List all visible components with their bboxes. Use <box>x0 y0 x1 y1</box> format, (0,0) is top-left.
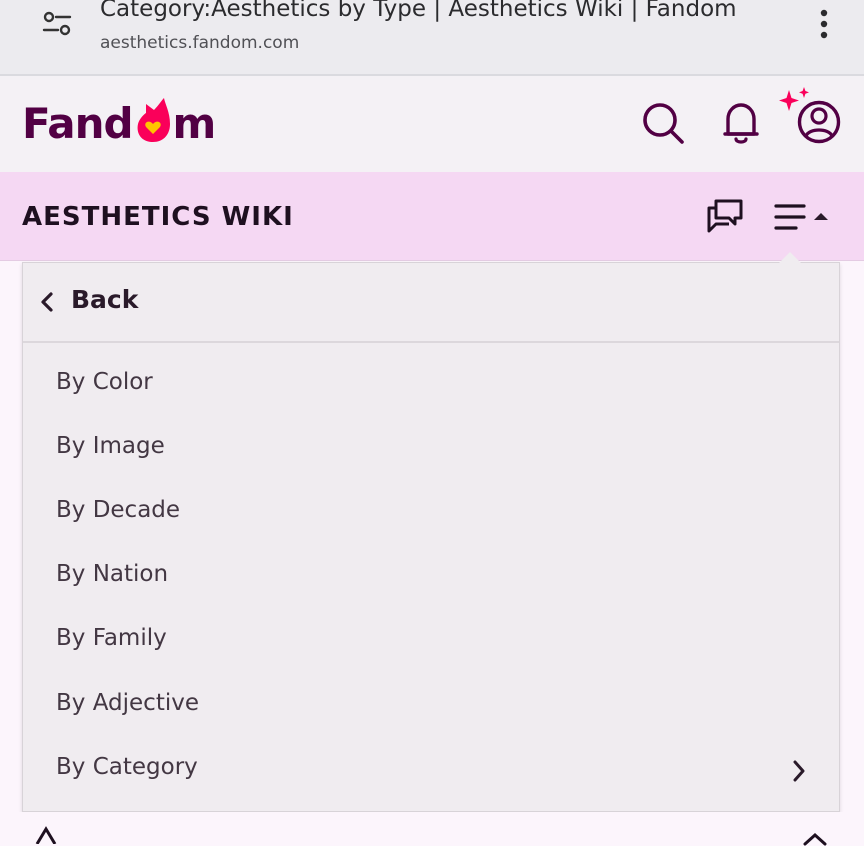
partial-glyph-icon <box>35 826 57 844</box>
chevron-left-icon <box>41 292 53 312</box>
menu-item-label: By Adjective <box>56 690 199 716</box>
fandom-header: Fand m <box>0 76 864 172</box>
menu-item-label: By Image <box>56 433 165 459</box>
fandom-logo[interactable]: Fand m <box>22 96 217 152</box>
back-button[interactable]: Back <box>23 263 839 343</box>
wiki-name[interactable]: AESTHETICS WIKI <box>22 202 294 232</box>
notification-bell-icon[interactable] <box>722 100 760 146</box>
logo-text-left: Fand <box>22 99 134 148</box>
search-icon[interactable] <box>640 100 686 146</box>
menu-item-by-category[interactable]: By Category <box>23 740 839 800</box>
menu-item-label: By Family <box>56 625 167 651</box>
page-content-partial <box>0 812 864 846</box>
page-title[interactable]: Category:Aesthetics by Type | Aesthetics… <box>100 0 737 22</box>
page-domain[interactable]: aesthetics.fandom.com <box>100 33 299 53</box>
menu-item-by-adjective[interactable]: By Adjective <box>23 676 839 736</box>
hamburger-menu-icon[interactable] <box>774 202 832 234</box>
menu-item-label: By Category <box>56 754 198 780</box>
menu-item-by-nation[interactable]: By Nation <box>23 547 839 607</box>
menu-item-label: By Nation <box>56 561 169 587</box>
site-settings-icon[interactable] <box>42 10 72 38</box>
menu-item-by-family[interactable]: By Family <box>23 611 839 671</box>
menu-item-by-decade[interactable]: By Decade <box>23 483 839 543</box>
menu-item-by-color[interactable]: By Color <box>23 355 839 415</box>
user-account-icon[interactable] <box>776 86 846 158</box>
menu-item-label: By Color <box>56 369 153 395</box>
browser-menu-icon[interactable] <box>812 8 836 42</box>
back-label: Back <box>71 285 139 314</box>
discussions-icon[interactable] <box>706 198 744 234</box>
menu-item-by-image[interactable]: By Image <box>23 419 839 479</box>
navigation-dropdown: Back By Color By Image By Decade By Nati… <box>22 252 840 812</box>
browser-url-bar: Category:Aesthetics by Type | Aesthetics… <box>0 0 864 76</box>
fandom-flame-icon <box>137 98 170 142</box>
wiki-bar: AESTHETICS WIKI <box>0 172 864 261</box>
chevron-right-icon <box>793 760 805 782</box>
logo-text-right: m <box>172 99 217 148</box>
menu-item-label: By Decade <box>56 497 181 523</box>
